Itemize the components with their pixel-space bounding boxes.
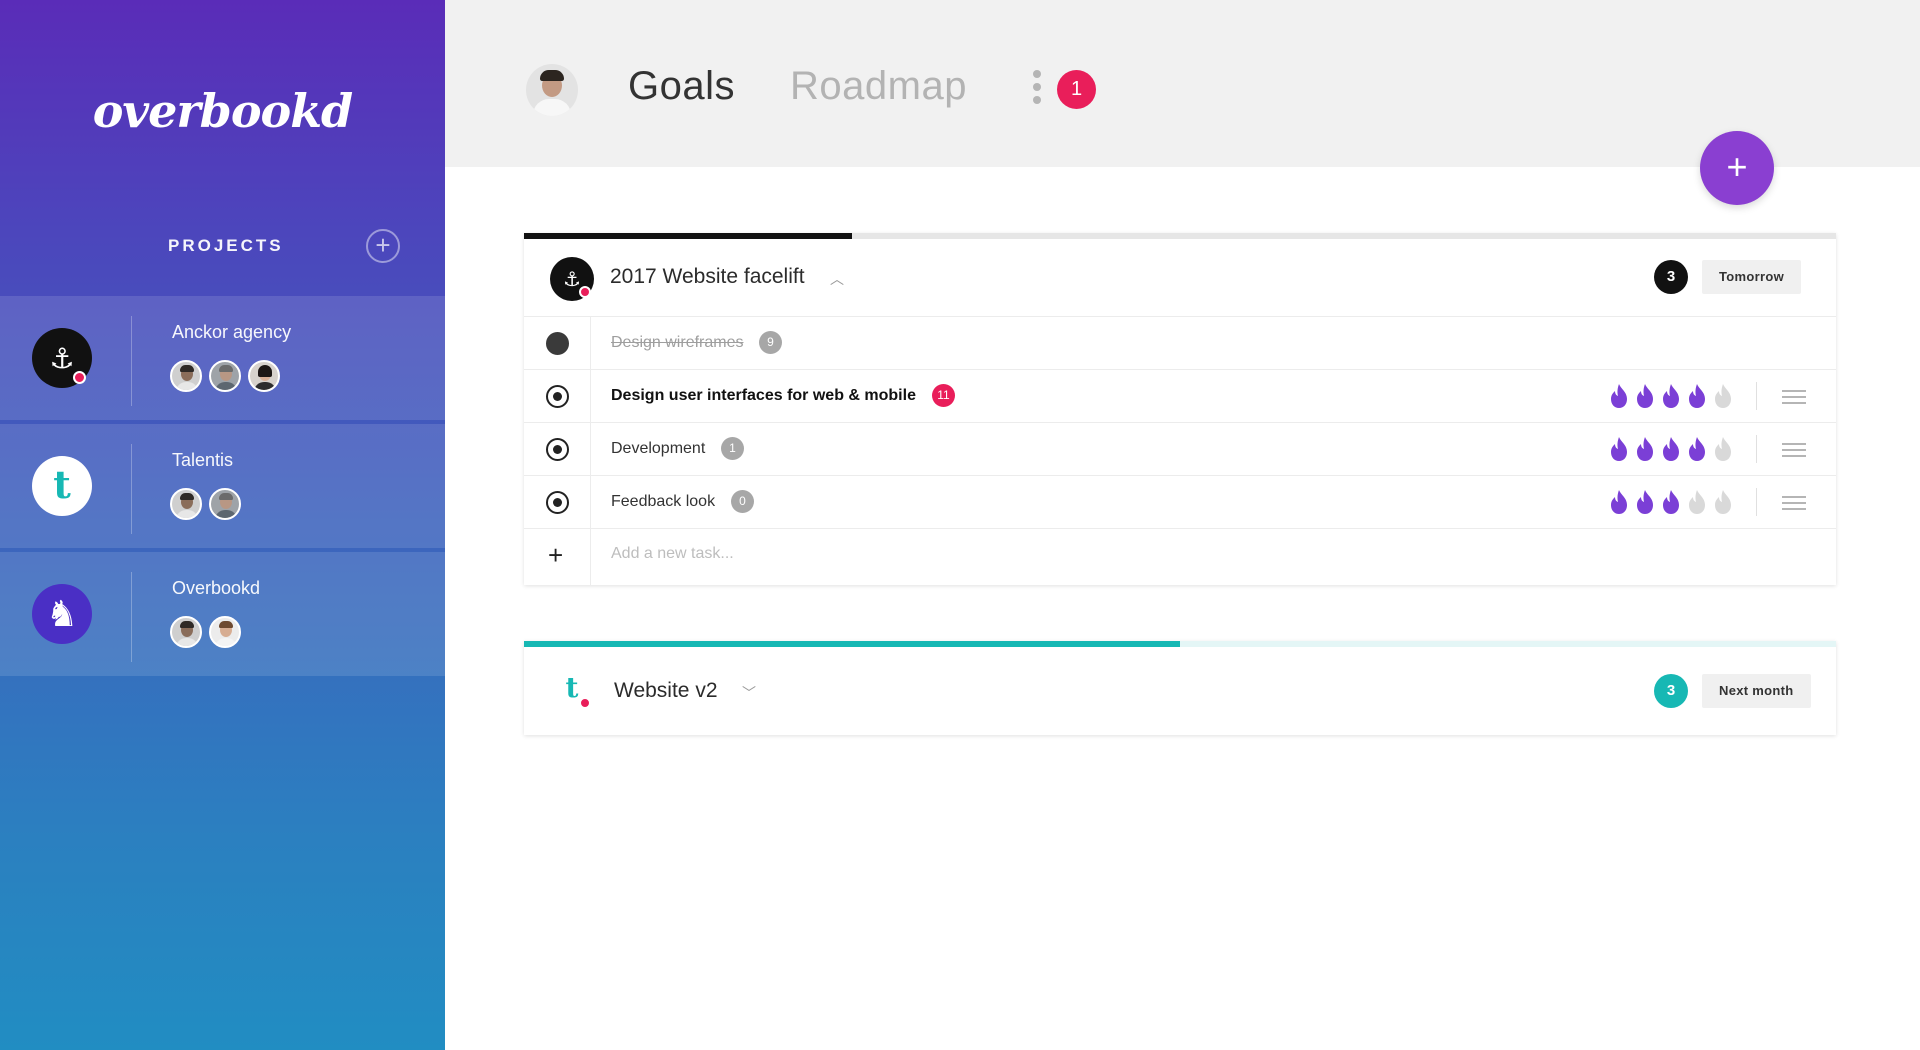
sidebar-project-overbookd[interactable]: ♞ Overbookd	[0, 552, 445, 676]
add-task-row: +	[524, 528, 1836, 585]
priority-flames[interactable]	[1608, 383, 1734, 409]
card-header[interactable]: ⚓ 2017 Website facelift ︿ 3 Tomorrow	[524, 239, 1836, 315]
flame-icon[interactable]	[1608, 489, 1630, 515]
flame-icon[interactable]	[1608, 383, 1630, 409]
unread-dot	[579, 286, 591, 298]
talentis-glyph: t	[565, 670, 579, 704]
flame-icon[interactable]	[1686, 436, 1708, 462]
flame-icon[interactable]	[1634, 436, 1656, 462]
add-goal-button[interactable]: +	[1700, 131, 1774, 205]
talentis-glyph: t	[53, 461, 71, 507]
task-name: Design wireframes	[611, 334, 744, 351]
add-project-button[interactable]: +	[366, 229, 400, 263]
flame-icon[interactable]	[1660, 383, 1682, 409]
talentis-t-icon: t	[550, 667, 594, 711]
comment-count-badge[interactable]: 11	[932, 384, 955, 407]
drag-handle-icon[interactable]	[1782, 390, 1806, 404]
anchor-glyph: ⚓	[563, 268, 581, 291]
task-count-badge: 3	[1654, 674, 1688, 708]
projects-title: PROJECTS	[168, 236, 284, 255]
task-checkbox[interactable]	[546, 385, 569, 408]
project-name: Anckor agency	[172, 322, 292, 342]
drag-handle-icon[interactable]	[1782, 496, 1806, 510]
flame-icon[interactable]	[1686, 383, 1708, 409]
card-title: 2017 Website facelift	[610, 265, 805, 288]
avatar	[170, 616, 202, 648]
card-header[interactable]: t Website v2 ﹀ 3 Next month	[524, 647, 1836, 735]
sidebar-project-talentis[interactable]: t Talentis	[0, 424, 445, 548]
task-row[interactable]: Design user interfaces for web & mobile …	[524, 369, 1836, 422]
user-avatar[interactable]	[526, 64, 578, 116]
flame-icon[interactable]	[1608, 436, 1630, 462]
more-menu-icon[interactable]	[1032, 70, 1042, 108]
task-name: Design user interfaces for web & mobile	[611, 387, 916, 404]
project-name: Overbookd	[172, 578, 261, 598]
divider	[131, 444, 132, 534]
flame-icon[interactable]	[1660, 489, 1682, 515]
flame-icon[interactable]	[1634, 383, 1656, 409]
flame-icon[interactable]	[1712, 489, 1734, 515]
avatar	[209, 488, 241, 520]
unread-dot	[579, 697, 591, 709]
task-checkbox[interactable]	[546, 491, 569, 514]
flame-icon[interactable]	[1686, 489, 1708, 515]
task-row[interactable]: Development 1	[524, 422, 1836, 475]
app-logo[interactable]: overbookd	[0, 84, 445, 138]
sidebar: overbookd PROJECTS + ⚓ Anckor agency t T…	[0, 0, 445, 1050]
flame-icon[interactable]	[1712, 436, 1734, 462]
avatar	[170, 360, 202, 392]
sidebar-project-anckor-agency[interactable]: ⚓ Anckor agency	[0, 296, 445, 420]
anchor-icon: ⚓	[550, 257, 594, 301]
member-avatars	[170, 616, 241, 648]
project-card-website-v2: t Website v2 ﹀ 3 Next month	[524, 641, 1836, 735]
add-task-icon[interactable]: +	[548, 540, 563, 571]
divider	[131, 316, 132, 406]
comment-count-badge[interactable]: 9	[759, 331, 782, 354]
task-checkbox[interactable]	[546, 438, 569, 461]
chevron-up-icon[interactable]: ︿	[830, 269, 844, 289]
anchor-glyph: ⚓	[49, 342, 75, 374]
flame-icon[interactable]	[1660, 436, 1682, 462]
drag-handle-icon[interactable]	[1782, 443, 1806, 457]
task-name: Feedback look	[611, 493, 716, 510]
anchor-icon: ⚓	[32, 328, 92, 388]
priority-flames[interactable]	[1608, 436, 1734, 462]
due-date-pill[interactable]: Next month	[1702, 674, 1811, 708]
tab-goals[interactable]: Goals	[628, 64, 735, 109]
add-task-input[interactable]	[611, 545, 1211, 563]
project-name: Talentis	[172, 450, 234, 470]
task-row[interactable]: Design wireframes 9	[524, 316, 1836, 369]
project-card-website-facelift: ⚓ 2017 Website facelift ︿ 3 Tomorrow Des…	[524, 233, 1836, 585]
card-title: Website v2	[614, 679, 718, 702]
task-row[interactable]: Feedback look 0	[524, 475, 1836, 528]
member-avatars	[170, 360, 280, 392]
member-avatars	[170, 488, 241, 520]
flame-icon[interactable]	[1712, 383, 1734, 409]
task-checkbox[interactable]	[546, 332, 569, 355]
task-name: Development	[611, 440, 706, 457]
avatar	[170, 488, 202, 520]
flame-icon[interactable]	[1634, 489, 1656, 515]
divider	[131, 572, 132, 662]
talentis-t-icon: t	[32, 456, 92, 516]
notification-badge[interactable]: 1	[1057, 70, 1096, 109]
tab-roadmap[interactable]: Roadmap	[790, 64, 967, 109]
avatar	[248, 360, 280, 392]
comment-count-badge[interactable]: 0	[731, 490, 754, 513]
horse-glyph: ♞	[45, 593, 79, 634]
unread-dot	[73, 371, 86, 384]
avatar	[209, 360, 241, 392]
avatar	[209, 616, 241, 648]
due-date-pill[interactable]: Tomorrow	[1702, 260, 1801, 294]
chevron-down-icon[interactable]: ﹀	[742, 683, 756, 703]
comment-count-badge[interactable]: 1	[721, 437, 744, 460]
priority-flames[interactable]	[1608, 489, 1734, 515]
horse-head-icon: ♞	[32, 584, 92, 644]
task-count-badge: 3	[1654, 260, 1688, 294]
